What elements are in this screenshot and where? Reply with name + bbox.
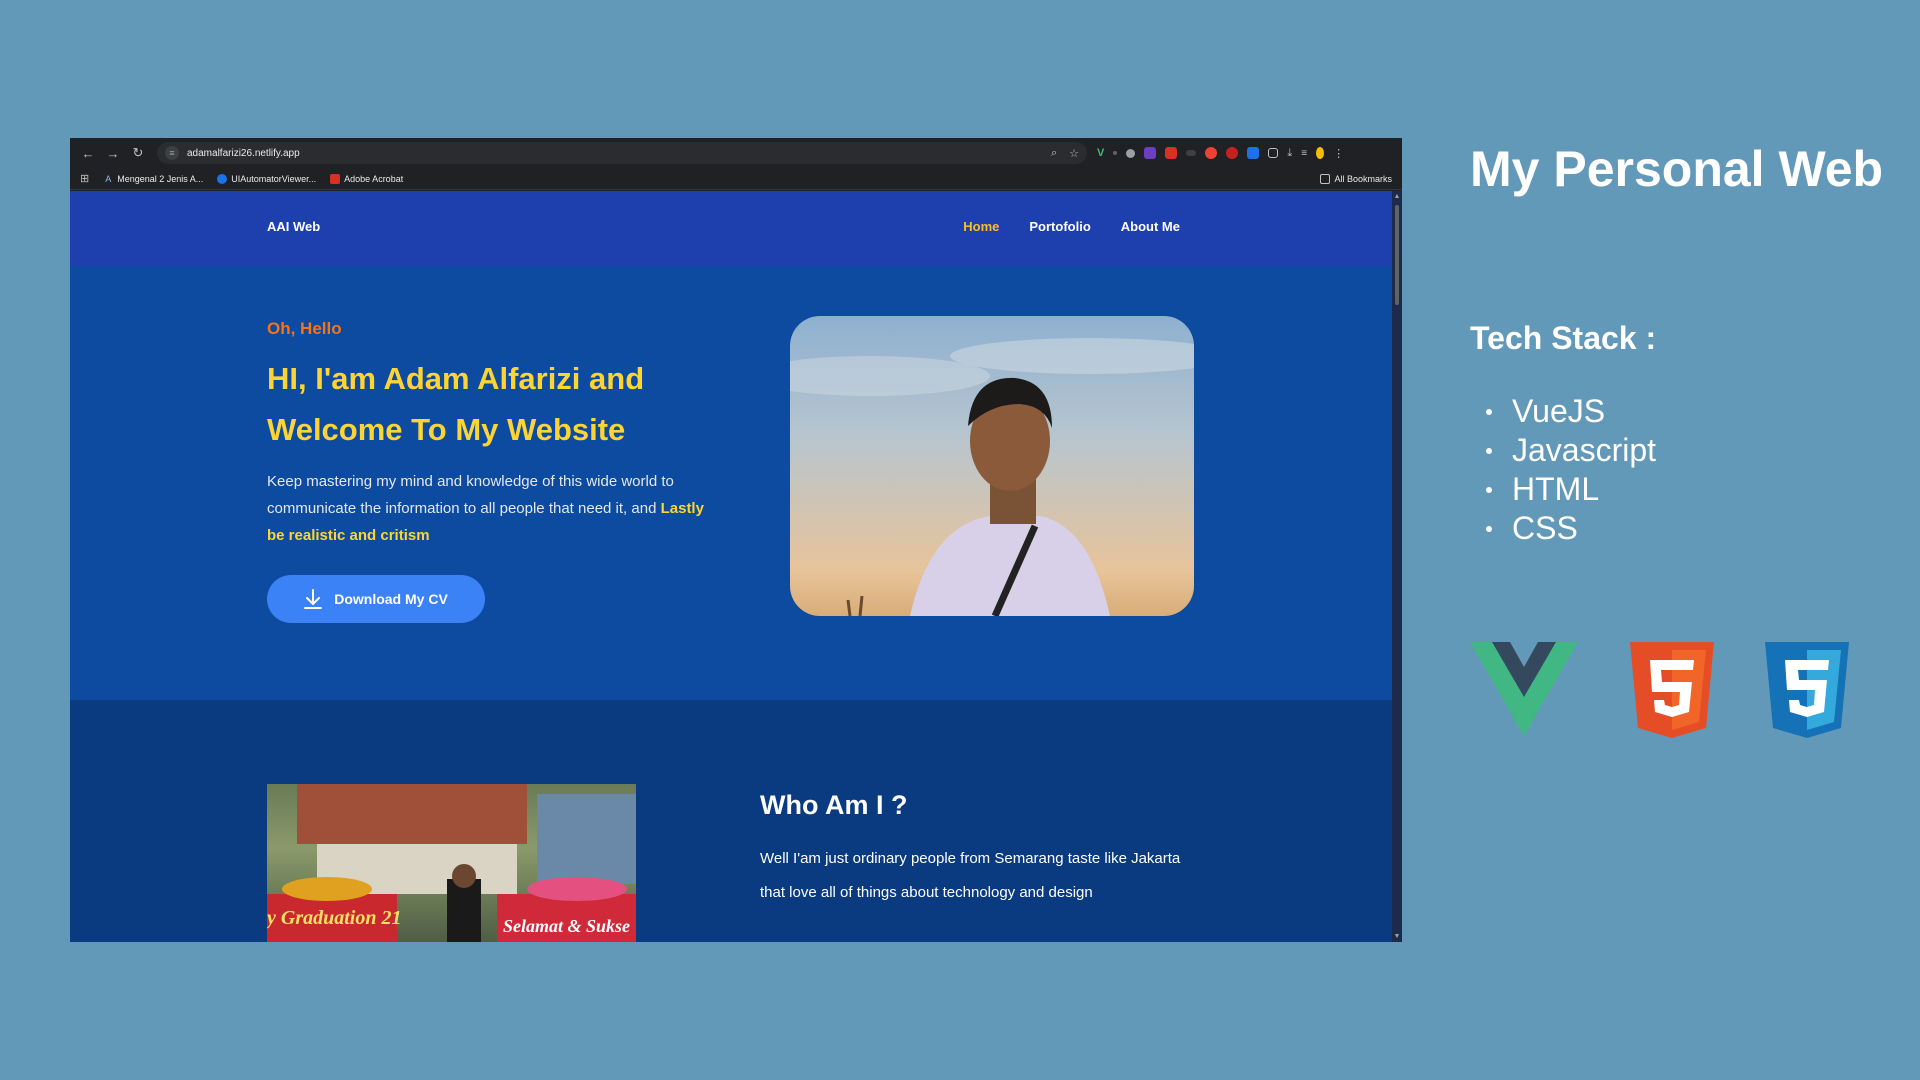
site-info-icon[interactable]: ≡	[165, 146, 179, 160]
css3-logo-icon	[1765, 642, 1849, 738]
scrollbar[interactable]: ▲ ▼	[1392, 191, 1402, 942]
hero-description: Keep mastering my mind and knowledge of …	[267, 473, 704, 544]
bullet-icon	[1486, 525, 1492, 532]
hero-section: Oh, Hello HI, I'am Adam Alfarizi and Wel…	[70, 266, 1392, 700]
bookmark-item[interactable]: A Mengenal 2 Jenis A...	[103, 174, 203, 184]
folder-icon	[1320, 173, 1331, 184]
list-item: Javascript	[1486, 431, 1656, 470]
bookmark-favicon-icon: A	[105, 173, 112, 184]
panel-title: My Personal Web	[1470, 141, 1884, 197]
reload-icon[interactable]: ↻	[128, 143, 148, 163]
hero-headline: HI, I'am Adam Alfarizi and Welcome To My…	[267, 361, 645, 447]
vue-logo-icon	[1470, 642, 1578, 736]
extension-icon[interactable]	[1205, 147, 1218, 159]
scroll-up-icon[interactable]: ▲	[1392, 193, 1402, 200]
extension-icon[interactable]	[1113, 151, 1118, 155]
hero-greeting: Oh, Hello	[267, 319, 342, 338]
all-bookmarks[interactable]: All Bookmarks	[1320, 173, 1392, 184]
vue-devtools-icon[interactable]: V	[1097, 147, 1104, 159]
extension-icon[interactable]	[1247, 147, 1260, 159]
url-text: adamalfarizi26.netlify.app	[187, 147, 300, 159]
acrobat-icon	[330, 173, 341, 184]
bullet-icon	[1486, 486, 1492, 493]
extension-icon[interactable]	[1186, 150, 1197, 156]
puzzle-icon[interactable]	[1268, 148, 1279, 158]
list-item: HTML	[1486, 470, 1656, 509]
list-item: CSS	[1486, 509, 1656, 548]
about-section: y Graduation 21 Selamat & Sukse Who Am I…	[70, 700, 1392, 942]
download-cv-button[interactable]: Download My CV	[267, 575, 485, 623]
about-title: Who Am I ?	[760, 790, 908, 820]
page-viewport: AAI Web Home Portofolio About Me Oh, Hel…	[70, 191, 1392, 942]
scroll-thumb[interactable]	[1395, 205, 1399, 305]
download-icon[interactable]: ⤓	[1287, 147, 1292, 160]
browser-window: ← → ↻ ≡ adamalfarizi26.netlify.app ⌕ ☆ V…	[70, 138, 1402, 942]
about-text: Well I'am just ordinary people from Sema…	[760, 850, 1181, 901]
banner-right: Selamat & Sukse	[503, 916, 630, 936]
extensions-bar: V ⤓ ≡ ⋮	[1097, 147, 1344, 160]
media-icon[interactable]: ≡	[1301, 148, 1307, 159]
profile-icon[interactable]	[1316, 147, 1325, 159]
html5-logo-icon	[1630, 642, 1714, 738]
star-icon[interactable]: ☆	[1069, 147, 1079, 160]
graduation-photo: y Graduation 21 Selamat & Sukse	[267, 784, 636, 942]
profile-photo	[790, 316, 1194, 616]
nav-links: Home Portofolio About Me	[963, 219, 1180, 234]
bookmark-item[interactable]: UIAutomatorViewer...	[217, 173, 316, 184]
tech-stack-heading: Tech Stack :	[1470, 320, 1657, 356]
site-brand[interactable]: AAI Web	[267, 219, 320, 234]
scroll-down-icon[interactable]: ▼	[1392, 933, 1402, 940]
back-icon[interactable]: ←	[78, 143, 98, 163]
download-icon	[304, 589, 323, 609]
nav-portofolio[interactable]: Portofolio	[1029, 219, 1090, 234]
extension-icon[interactable]	[1226, 147, 1239, 159]
tech-stack-list: VueJS Javascript HTML CSS	[1486, 392, 1656, 548]
zoom-icon[interactable]: ⌕	[1051, 147, 1057, 160]
extension-icon[interactable]	[1126, 148, 1136, 158]
nav-home[interactable]: Home	[963, 219, 999, 234]
bullet-icon	[1486, 447, 1492, 454]
site-navbar: AAI Web Home Portofolio About Me	[70, 191, 1392, 266]
apps-icon[interactable]: ⊞	[80, 172, 89, 185]
bookmark-favicon-icon	[217, 173, 228, 184]
extension-icon[interactable]	[1165, 147, 1178, 159]
address-bar[interactable]: ≡ adamalfarizi26.netlify.app ⌕ ☆	[157, 142, 1087, 164]
list-item: VueJS	[1486, 392, 1656, 431]
bullet-icon	[1486, 408, 1492, 415]
extension-icon[interactable]	[1144, 147, 1157, 159]
menu-icon[interactable]: ⋮	[1333, 147, 1344, 160]
forward-icon[interactable]: →	[103, 143, 123, 163]
browser-toolbar: ← → ↻ ≡ adamalfarizi26.netlify.app ⌕ ☆ V…	[70, 138, 1402, 168]
nav-about-me[interactable]: About Me	[1121, 219, 1180, 234]
banner-left: y Graduation 21	[267, 907, 401, 929]
bookmarks-bar: ⊞ A Mengenal 2 Jenis A... UIAutomatorView…	[70, 168, 1402, 190]
bookmark-item[interactable]: Adobe Acrobat	[330, 173, 403, 184]
